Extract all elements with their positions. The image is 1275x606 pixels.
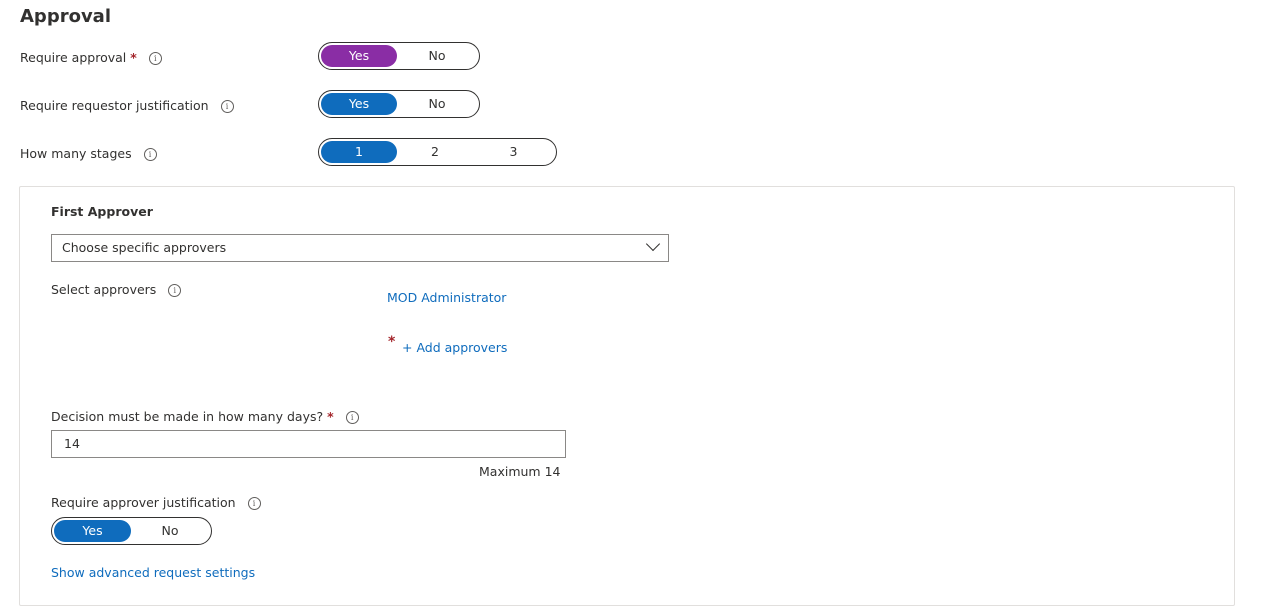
select-approvers-text: Select approvers xyxy=(51,282,157,297)
info-icon[interactable]: i xyxy=(148,52,162,65)
approver-justification-no[interactable]: No xyxy=(131,520,209,542)
info-icon[interactable]: i xyxy=(143,148,157,161)
requestor-justification-yes[interactable]: Yes xyxy=(321,93,397,115)
stage-option-3[interactable]: 3 xyxy=(473,141,554,163)
require-approval-yes[interactable]: Yes xyxy=(321,45,397,67)
required-asterisk: * xyxy=(388,334,396,350)
required-asterisk: * xyxy=(130,50,137,65)
add-approvers-link[interactable]: + Add approvers xyxy=(402,340,507,355)
requestor-justification-toggle[interactable]: Yes No xyxy=(318,90,480,118)
dropdown-value: Choose specific approvers xyxy=(62,240,227,255)
add-approvers-required: * xyxy=(388,334,395,350)
decision-days-input[interactable]: 14 xyxy=(51,430,566,458)
requestor-justification-label: Require requestor justification i xyxy=(20,98,234,113)
show-advanced-settings-link[interactable]: Show advanced request settings xyxy=(51,565,255,580)
info-icon[interactable]: i xyxy=(345,411,359,424)
requestor-justification-text: Require requestor justification xyxy=(20,98,209,113)
approver-type-dropdown[interactable]: Choose specific approvers xyxy=(51,234,669,262)
stages-text: How many stages xyxy=(20,146,132,161)
decision-days-value: 14 xyxy=(64,436,80,451)
required-asterisk: * xyxy=(327,409,334,424)
select-approvers-label: Select approvers i xyxy=(51,282,182,297)
info-icon[interactable]: i xyxy=(247,497,261,510)
stage-option-2[interactable]: 2 xyxy=(397,141,473,163)
approver-justification-text: Require approver justification xyxy=(51,495,236,510)
decision-days-label: Decision must be made in how many days? … xyxy=(51,409,359,424)
chevron-down-icon xyxy=(645,236,661,252)
require-approval-text: Require approval xyxy=(20,50,127,65)
approver-justification-label: Require approver justification i xyxy=(51,495,261,510)
stages-label: How many stages i xyxy=(20,146,157,161)
requestor-justification-no[interactable]: No xyxy=(397,93,477,115)
info-icon[interactable]: i xyxy=(220,100,234,113)
section-title: Approval xyxy=(20,6,111,27)
require-approval-label: Require approval * i xyxy=(20,50,162,65)
require-approval-no[interactable]: No xyxy=(397,45,477,67)
info-icon[interactable]: i xyxy=(168,284,182,297)
approver-justification-toggle[interactable]: Yes No xyxy=(51,517,212,545)
decision-days-text: Decision must be made in how many days? xyxy=(51,409,324,424)
stages-toggle[interactable]: 1 2 3 xyxy=(318,138,557,166)
decision-days-hint: Maximum 14 xyxy=(479,464,561,479)
first-approver-title: First Approver xyxy=(51,204,153,219)
approver-justification-yes[interactable]: Yes xyxy=(54,520,131,542)
stage-option-1[interactable]: 1 xyxy=(321,141,397,163)
require-approval-toggle[interactable]: Yes No xyxy=(318,42,480,70)
approver-link-mod-administrator[interactable]: MOD Administrator xyxy=(387,290,506,305)
